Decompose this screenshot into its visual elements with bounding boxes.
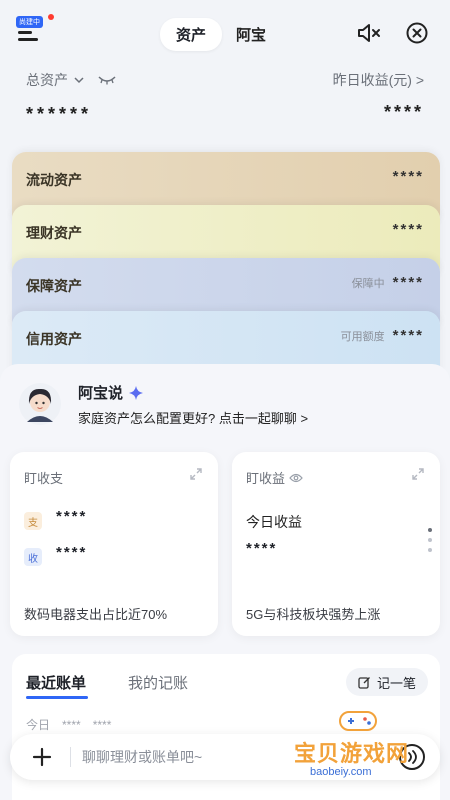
earnings-panel-title: 盯收益 (246, 468, 303, 487)
earnings-panel-title-text: 盯收益 (246, 471, 286, 486)
eye-closed-icon[interactable] (98, 75, 116, 85)
gamepad-logo (339, 711, 377, 731)
spend-panel-title: 盯收支 (24, 471, 64, 486)
divider (70, 747, 71, 767)
tab-my-records[interactable]: 我的记账 (128, 672, 188, 693)
sparkle-icon (129, 385, 144, 400)
eye-icon[interactable] (289, 473, 303, 483)
avatar (19, 383, 61, 425)
top-tab-switch: 资产 阿宝 (160, 18, 280, 51)
watermark-url: baobeiy.com (310, 766, 372, 778)
expand-icon[interactable] (188, 466, 204, 482)
edit-icon (358, 676, 370, 689)
record-button-label: 记一笔 (376, 675, 416, 691)
menu-badge: 尚建中 (16, 16, 43, 28)
bill-row: 今日 **** **** (26, 716, 111, 733)
total-assets-text: 总资产 (26, 72, 68, 88)
today-earnings-label: 今日收益 (246, 514, 302, 530)
income-value: **** (56, 544, 88, 561)
earnings-panel-footer: 5G与科技板块强势上涨 (246, 607, 381, 622)
card-title: 流动资产 (26, 172, 82, 188)
card-hint: 可用额度 (340, 330, 385, 343)
card-value: **** (392, 221, 424, 238)
notification-dot (48, 14, 54, 20)
bill-row-value: **** (92, 717, 112, 732)
expense-value: **** (56, 508, 88, 525)
spend-panel-footer: 数码电器支出占比近70% (24, 607, 168, 622)
yesterday-earnings-label[interactable]: 昨日收益(元) > (333, 70, 424, 90)
tab-assets[interactable]: 资产 (160, 18, 223, 51)
card-title: 理财资产 (26, 225, 82, 241)
today-earnings-value: **** (246, 540, 278, 557)
income-tag: 收 (24, 548, 42, 566)
chevron-down-icon (74, 77, 84, 84)
plus-icon[interactable] (28, 743, 56, 771)
tab-recent-bills[interactable]: 最近账单 (26, 672, 86, 693)
close-icon[interactable] (406, 22, 428, 44)
top-bar: 尚建中 资产 阿宝 (0, 0, 450, 62)
bill-row-value: **** (62, 717, 81, 732)
tab-abao[interactable]: 阿宝 (222, 18, 280, 51)
record-button[interactable]: 记一笔 (345, 668, 428, 696)
assistant-title-text: 阿宝说 (78, 385, 124, 402)
site-watermark: 宝贝游戏网 baobeiy.com (290, 706, 440, 786)
bill-row-date: 今日 (26, 718, 51, 732)
asset-summary: 总资产 昨日收益(元) > ****** **** (26, 70, 426, 125)
pager-dots (428, 528, 432, 558)
mute-icon[interactable] (356, 22, 382, 44)
tab-underline (26, 696, 88, 699)
expand-icon[interactable] (410, 466, 426, 482)
assistant-subtitle: 家庭资产怎么配置更好? 点击一起聊聊 > (78, 411, 309, 426)
card-value: **** (392, 168, 424, 185)
total-assets-value: ****** (26, 104, 93, 124)
card-hint: 保障中 (351, 277, 385, 290)
spend-panel[interactable]: 盯收支 支 **** 收 **** 数码电器支出占比近70% (10, 452, 218, 636)
card-value: **** (392, 274, 424, 291)
assistant-title: 阿宝说 (78, 382, 144, 403)
card-value: **** (392, 327, 424, 344)
earnings-panel[interactable]: 盯收益 今日收益 **** 5G与科技板块强势上涨 (232, 452, 440, 636)
expense-tag: 支 (24, 512, 42, 530)
yesterday-earnings-value: **** (383, 102, 424, 122)
watermark-text: 宝贝游戏网 (294, 741, 410, 766)
